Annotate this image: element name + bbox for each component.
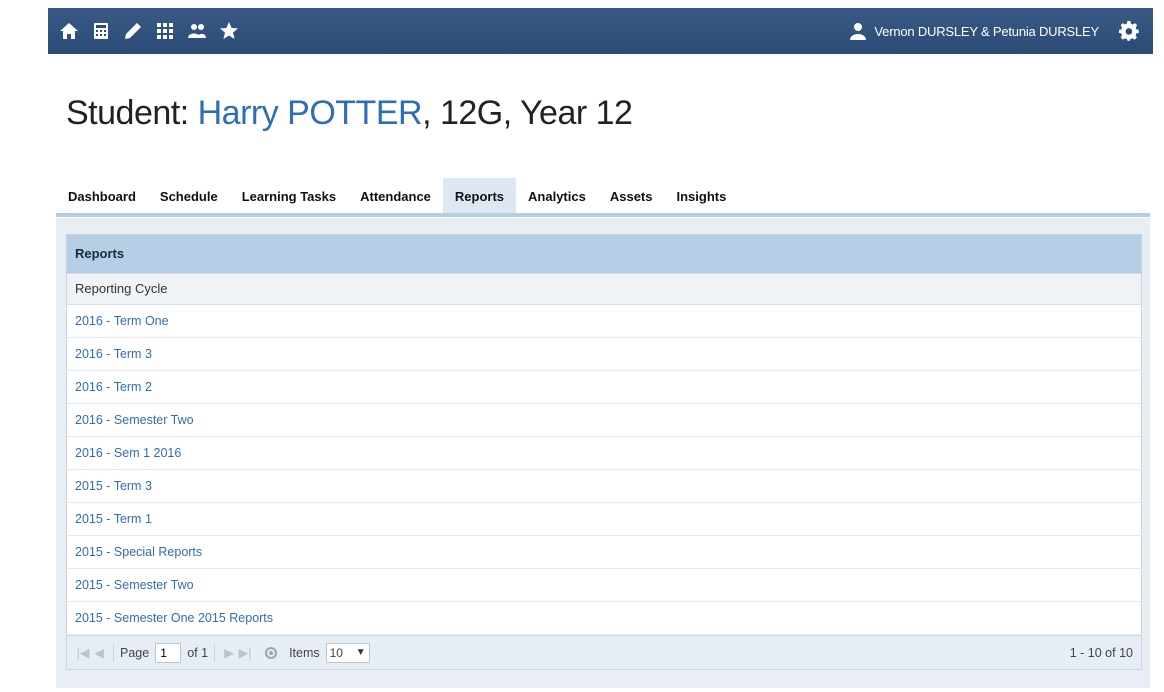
tab-schedule[interactable]: Schedule xyxy=(148,178,230,216)
tab-analytics[interactable]: Analytics xyxy=(516,178,598,216)
user-menu[interactable]: Vernon DURSLEY & Petunia DURSLEY xyxy=(850,20,1153,42)
last-page-icon[interactable]: ▶| xyxy=(237,645,253,661)
tab-learning-tasks[interactable]: Learning Tasks xyxy=(230,178,348,216)
pager-info: 1 - 10 of 10 xyxy=(1069,645,1133,660)
home-icon[interactable] xyxy=(58,20,80,42)
tab-dashboard[interactable]: Dashboard xyxy=(56,178,148,216)
tab-reports[interactable]: Reports xyxy=(442,178,517,216)
user-name: Vernon DURSLEY & Petunia DURSLEY xyxy=(874,23,1099,39)
report-link[interactable]: 2016 - Semester Two xyxy=(75,413,194,427)
report-link[interactable]: 2016 - Term 3 xyxy=(75,347,152,361)
table-row: 2016 - Sem 1 2016 xyxy=(67,437,1141,470)
refresh-icon[interactable] xyxy=(263,645,279,661)
report-link[interactable]: 2015 - Semester Two xyxy=(75,578,194,592)
tab-attendance[interactable]: Attendance xyxy=(348,178,443,216)
table-row: 2015 - Term 1 xyxy=(67,503,1141,536)
student-name-link[interactable]: Harry POTTER xyxy=(198,94,423,132)
report-link[interactable]: 2015 - Term 1 xyxy=(75,512,152,526)
reports-grid: Reports Reporting Cycle 2016 - Term One 2… xyxy=(66,234,1142,670)
items-per-page-value: 10 xyxy=(329,645,343,660)
pencil-icon[interactable] xyxy=(122,20,144,42)
table-row: 2015 - Semester One 2015 Reports xyxy=(67,602,1141,635)
table-row: 2015 - Semester Two xyxy=(67,569,1141,602)
grid-title: Reports xyxy=(67,235,1141,273)
report-link[interactable]: 2016 - Sem 1 2016 xyxy=(75,446,181,460)
column-header-reporting-cycle[interactable]: Reporting Cycle xyxy=(67,273,1141,305)
report-link[interactable]: 2015 - Semester One 2015 Reports xyxy=(75,611,273,625)
user-icon xyxy=(850,23,867,40)
page-count-label: of 1 xyxy=(187,645,209,660)
people-icon[interactable] xyxy=(186,20,208,42)
reports-panel: Reports Reporting Cycle 2016 - Term One 2… xyxy=(56,218,1150,688)
table-row: 2016 - Term 3 xyxy=(67,338,1141,371)
table-row: 2016 - Term One xyxy=(67,305,1141,338)
report-link[interactable]: 2015 - Term 3 xyxy=(75,479,152,493)
tab-insights[interactable]: Insights xyxy=(664,178,738,216)
title-prefix: Student: xyxy=(66,94,198,132)
report-link[interactable]: 2016 - Term 2 xyxy=(75,380,152,394)
tab-assets[interactable]: Assets xyxy=(598,178,665,216)
pager-divider xyxy=(113,643,114,662)
table-row: 2016 - Term 2 xyxy=(67,371,1141,404)
first-page-icon[interactable]: |◀ xyxy=(75,645,91,661)
tab-underline xyxy=(56,213,1150,217)
grid-rows: 2016 - Term One 2016 - Term 3 2016 - Term … xyxy=(67,305,1141,635)
page-number-input[interactable] xyxy=(155,642,182,663)
star-icon[interactable] xyxy=(218,20,240,42)
calculator-icon[interactable] xyxy=(90,20,112,42)
page-label: Page xyxy=(120,645,150,660)
page-title: Student: Harry POTTER, 12G, Year 12 xyxy=(66,94,633,133)
chevron-down-icon: ▼ xyxy=(355,647,366,658)
gear-icon[interactable] xyxy=(1119,20,1141,42)
pager-divider xyxy=(214,643,216,662)
report-link[interactable]: 2015 - Special Reports xyxy=(75,545,202,559)
items-label: Items xyxy=(289,645,320,660)
report-link[interactable]: 2016 - Term One xyxy=(75,314,169,328)
table-row: 2015 - Special Reports xyxy=(67,536,1141,569)
top-nav-bar: Vernon DURSLEY & Petunia DURSLEY xyxy=(48,8,1153,54)
items-per-page-select[interactable]: 10 ▼ xyxy=(325,642,370,663)
pager: |◀ ◀ Page of 1 ▶ ▶| Items 10 ▼ 1 - 10 of… xyxy=(67,635,1141,669)
prev-page-icon[interactable]: ◀ xyxy=(91,645,107,661)
tab-bar: Dashboard Schedule Learning Tasks Attendanc… xyxy=(56,178,738,216)
nav-icon-group xyxy=(48,20,240,42)
grid-icon[interactable] xyxy=(154,20,176,42)
next-page-icon[interactable]: ▶ xyxy=(221,645,237,661)
title-suffix: , 12G, Year 12 xyxy=(422,94,633,132)
table-row: 2015 - Term 3 xyxy=(67,470,1141,503)
table-row: 2016 - Semester Two xyxy=(67,404,1141,437)
